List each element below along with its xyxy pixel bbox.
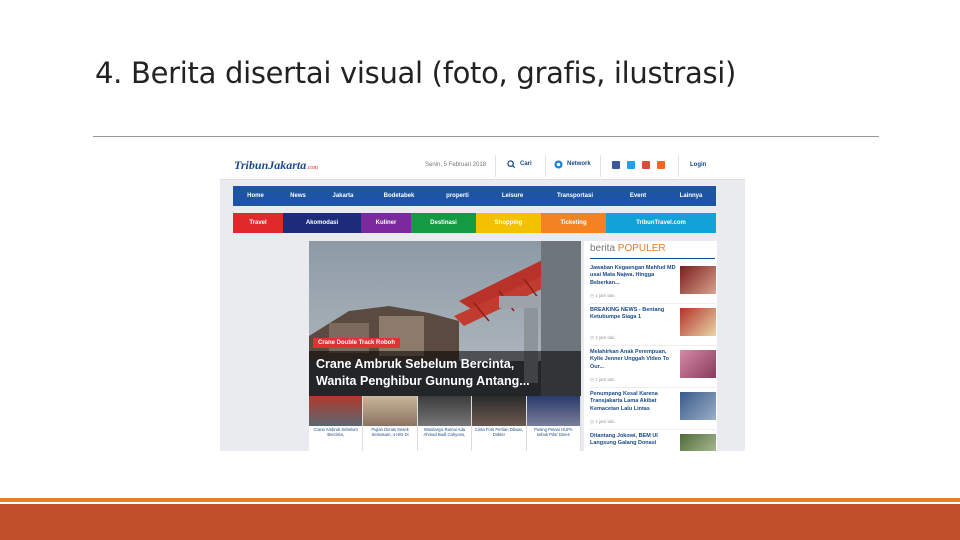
- nav-item-home[interactable]: Home: [233, 186, 278, 206]
- popular-item-title[interactable]: Ditantang Jokowi, BEM UI Langsung Galang…: [590, 433, 676, 448]
- popular-item[interactable]: Ditantang Jokowi, BEM UI Langsung Galang…: [590, 431, 716, 451]
- popular-item-title[interactable]: Melahirkan Anak Perempuan, Kylie Jenner …: [590, 349, 676, 371]
- site-topbar: TribunJakarta.com Senin, 5 Februari 2018…: [220, 153, 745, 180]
- nav-item-jakarta[interactable]: Jakarta: [318, 186, 368, 206]
- footer-bar: [0, 504, 960, 540]
- popular-item[interactable]: Penumpang Kesal Karena Transjakarta Lama…: [590, 389, 716, 430]
- popular-item-title[interactable]: Penumpang Kesal Karena Transjakarta Lama…: [590, 391, 676, 413]
- thumbnail-caption: Cinta Foto Perlian Dibuat, Dokter: [474, 427, 523, 438]
- popular-item[interactable]: Melahirkan Anak Perempuan, Kylie Jenner …: [590, 347, 716, 388]
- nav-item-kuliner[interactable]: Kuliner: [361, 213, 411, 233]
- thumbnail-caption: Crane Ambruk Sebelum Bercinta,: [313, 427, 358, 438]
- popular-item-time-text: 1 jam lalu: [595, 335, 615, 340]
- popular-item-time: ◷ 1 jam lalu: [590, 377, 615, 382]
- popular-news-panel: berita POPULER Jawaban Kegaengan Mahfud …: [584, 241, 717, 451]
- popular-item-image[interactable]: [680, 392, 716, 420]
- thumbnail-image: [363, 396, 417, 426]
- popular-item[interactable]: Jawaban Kegaengan Mahfud MD usai Mata Na…: [590, 263, 716, 304]
- twitter-icon[interactable]: [627, 161, 635, 169]
- secondary-nav: Travel Akomodasi Kuliner Destinasi Shopp…: [233, 213, 716, 233]
- popular-item-title[interactable]: BREAKING NEWS - Bentang Ketubumpe Siaga …: [590, 307, 676, 322]
- footer-accent-line: [0, 498, 960, 502]
- nav-item-transportasi[interactable]: Transportasi: [540, 186, 610, 206]
- popular-heading-main: POPULER: [617, 243, 666, 254]
- thumbnail-item[interactable]: Crane Ambruk Sebelum Bercinta,: [309, 396, 364, 451]
- googleplus-icon[interactable]: [642, 161, 650, 169]
- hero-headline-line1: Crane Ambruk Sebelum Bercinta,: [316, 357, 515, 371]
- date-text: Senin, 5 Februari 2018: [425, 162, 487, 168]
- popular-item-image[interactable]: [680, 434, 716, 451]
- nav-item-event[interactable]: Event: [610, 186, 666, 206]
- thumbnail-image: [309, 396, 363, 426]
- website-screenshot: TribunJakarta.com Senin, 5 Februari 2018…: [220, 153, 745, 451]
- popular-item-time-text: 1 jam lalu: [595, 419, 615, 424]
- popular-item-time: ◷ 1 jam lalu: [590, 419, 615, 424]
- search-button[interactable]: Cari: [520, 161, 532, 167]
- popular-divider: [590, 258, 715, 259]
- hero-article[interactable]: Crane Double Track Roboh Crane Ambruk Se…: [309, 241, 581, 451]
- rss-icon[interactable]: [657, 161, 665, 169]
- popular-heading-prefix: berita: [590, 243, 616, 254]
- nav-item-travel[interactable]: Travel: [233, 213, 283, 233]
- title-divider: [93, 136, 879, 137]
- site-logo[interactable]: TribunJakarta.com: [234, 158, 318, 173]
- primary-nav: Home News Jakarta Bodetabek properti Lei…: [233, 186, 716, 206]
- logo-text: TribunJakarta: [234, 158, 307, 172]
- popular-item-time-text: 1 jam lalu: [595, 377, 615, 382]
- thumbnail-item[interactable]: Wanitanya Ramai Ada Ahmad Budi Cahyono,: [417, 396, 473, 451]
- nav-item-leisure[interactable]: Leisure: [485, 186, 540, 206]
- logo-suffix: .com: [306, 165, 319, 171]
- hero-category-tag[interactable]: Crane Double Track Roboh: [313, 338, 401, 348]
- thumbnail-item[interactable]: Pusing Petani HUPA sebuk Pdsr Dines: [526, 396, 581, 451]
- nav-item-lainnya[interactable]: Lainnya: [666, 186, 716, 206]
- popular-item-image[interactable]: [680, 308, 716, 336]
- network-icon[interactable]: [554, 160, 563, 169]
- separator: [678, 155, 679, 177]
- nav-item-ticketing[interactable]: Ticketing: [541, 213, 606, 233]
- thumbnail-image: [417, 396, 472, 426]
- popular-item-time: ◷ 1 jam lalu: [590, 293, 615, 298]
- facebook-icon[interactable]: [612, 161, 620, 169]
- popular-item-time-text: 1 jam lalu: [595, 293, 615, 298]
- separator: [495, 155, 496, 177]
- popular-heading: berita POPULER: [590, 243, 666, 254]
- slide-title: 4. Berita disertai visual (foto, grafis,…: [95, 56, 737, 90]
- popular-item[interactable]: BREAKING NEWS - Bentang Ketubumpe Siaga …: [590, 305, 716, 346]
- hero-headline-line2: Wanita Penghibur Gunung Antang...: [316, 374, 530, 388]
- thumbnail-strip: Crane Ambruk Sebelum Bercinta, Pujian Di…: [309, 396, 581, 451]
- popular-item-title[interactable]: Jawaban Kegaengan Mahfud MD usai Mata Na…: [590, 265, 676, 287]
- separator: [545, 155, 546, 177]
- popular-item-image[interactable]: [680, 350, 716, 378]
- nav-item-news[interactable]: News: [278, 186, 318, 206]
- thumbnail-item[interactable]: Pujian Dimas Sesek Semasam, 4 Hits Di: [363, 396, 418, 451]
- thumbnail-image: [526, 396, 580, 426]
- nav-item-destinasi[interactable]: Destinasi: [411, 213, 476, 233]
- popular-item-time: ◷ 1 jam lalu: [590, 335, 615, 340]
- network-link[interactable]: Network: [567, 161, 591, 167]
- separator: [600, 155, 601, 177]
- nav-item-shopping[interactable]: Shopping: [476, 213, 541, 233]
- thumbnail-image: [472, 396, 526, 426]
- login-link[interactable]: Login: [690, 162, 706, 168]
- popular-item-image[interactable]: [680, 266, 716, 294]
- thumbnail-item[interactable]: Cinta Foto Perlian Dibuat, Dokter: [472, 396, 527, 451]
- hero-headline[interactable]: Crane Ambruk Sebelum Bercinta, Wanita Pe…: [309, 351, 581, 396]
- nav-item-bodetabek[interactable]: Bodetabek: [368, 186, 430, 206]
- thumbnail-caption: Wanitanya Ramai Ada Ahmad Budi Cahyono,: [423, 427, 466, 438]
- thumbnail-caption: Pusing Petani HUPA sebuk Pdsr Dines: [534, 427, 573, 438]
- thumbnail-caption: Pujian Dimas Sesek Semasam, 4 Hits Di: [371, 427, 409, 438]
- nav-item-tribuntravel[interactable]: TribunTravel.com: [606, 213, 716, 233]
- nav-item-akomodasi[interactable]: Akomodasi: [283, 213, 361, 233]
- nav-item-properti[interactable]: properti: [430, 186, 485, 206]
- search-icon[interactable]: [507, 160, 516, 169]
